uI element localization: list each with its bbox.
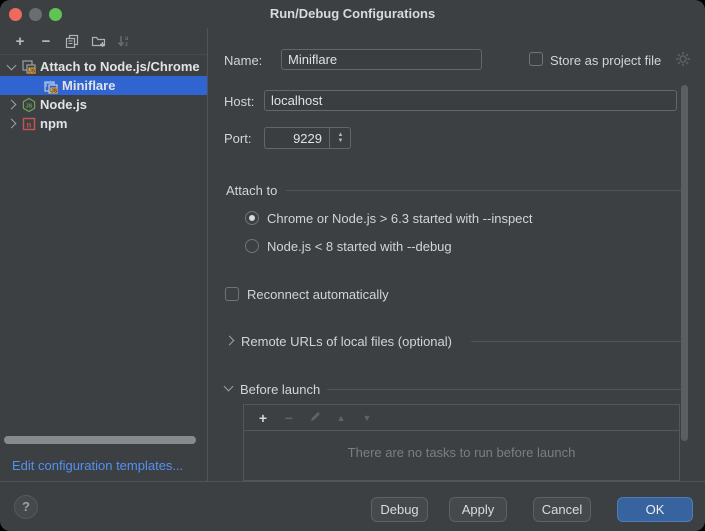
sort-configurations-button[interactable]: a z — [111, 31, 137, 51]
edit-task-button[interactable] — [302, 410, 328, 425]
help-button[interactable]: ? — [14, 495, 38, 519]
group-divider — [286, 190, 683, 191]
section-divider — [327, 389, 683, 390]
arrow-up-icon: ▲ — [337, 413, 346, 423]
remove-configuration-button[interactable]: − — [33, 31, 59, 51]
nodejs-icon: JS — [21, 97, 37, 113]
add-task-button[interactable]: + — [250, 410, 276, 426]
attach-debug-label: Node.js < 8 started with --debug — [267, 239, 452, 254]
add-icon: + — [259, 410, 267, 426]
host-input[interactable] — [264, 90, 677, 111]
new-folder-icon — [91, 34, 106, 48]
gear-icon[interactable] — [675, 51, 691, 67]
chevron-right-icon[interactable] — [7, 119, 17, 129]
add-icon: + — [16, 33, 25, 50]
section-divider — [471, 341, 683, 342]
attach-nodejs-chrome-icon: JS — [21, 59, 37, 75]
port-input[interactable]: 9229 ▲ ▼ — [264, 127, 351, 149]
debug-button[interactable]: Debug — [371, 497, 428, 522]
before-launch-panel: + − ▲ ▼ There are no tasks to run before — [243, 404, 680, 481]
question-mark-icon: ? — [22, 499, 30, 514]
apply-button[interactable]: Apply — [449, 497, 507, 522]
dialog-footer: ? Debug Apply Cancel OK — [0, 481, 705, 531]
new-folder-button[interactable] — [85, 31, 111, 51]
store-as-project-file-label: Store as project file — [550, 53, 661, 68]
port-value: 9229 — [293, 131, 322, 146]
remove-task-button[interactable]: − — [276, 410, 302, 426]
pencil-icon — [309, 410, 322, 423]
chevron-down-icon[interactable] — [7, 60, 17, 70]
move-task-up-button[interactable]: ▲ — [328, 413, 354, 423]
edit-configuration-templates-link[interactable]: Edit configuration templates... — [12, 458, 183, 473]
ok-button[interactable]: OK — [617, 497, 693, 522]
before-launch-empty-message: There are no tasks to run before launch — [244, 445, 679, 460]
name-label: Name: — [224, 53, 262, 68]
configuration-form: Name: Store as project file Host: Port: … — [208, 28, 705, 481]
stepper-down-icon[interactable]: ▼ — [338, 138, 344, 144]
add-configuration-button[interactable]: + — [7, 31, 33, 51]
tree-item-label: Miniflare — [62, 78, 115, 93]
copy-configuration-button[interactable] — [59, 31, 85, 51]
attach-to-group-title: Attach to — [226, 183, 277, 198]
attach-debug-radio[interactable] — [245, 239, 259, 253]
titlebar: Run/Debug Configurations — [0, 0, 705, 28]
host-label: Host: — [224, 94, 254, 109]
port-label: Port: — [224, 131, 251, 146]
sidebar-horizontal-scrollbar[interactable] — [4, 436, 196, 444]
tree-item-attach-group[interactable]: JS Attach to Node.js/Chrome — [0, 57, 207, 76]
dialog-title: Run/Debug Configurations — [0, 6, 705, 21]
form-vertical-scrollbar[interactable] — [681, 85, 688, 441]
reconnect-automatically-label: Reconnect automatically — [247, 287, 389, 302]
cancel-button[interactable]: Cancel — [533, 497, 591, 522]
remove-icon: − — [42, 33, 51, 50]
tree-item-label: Node.js — [40, 97, 87, 112]
svg-text:n: n — [27, 120, 32, 129]
npm-icon: n — [21, 116, 37, 132]
sidebar-toolbar: + − — [0, 28, 207, 55]
attach-inspect-radio[interactable] — [245, 211, 259, 225]
chevron-right-icon[interactable] — [7, 100, 17, 110]
svg-text:JS: JS — [29, 68, 36, 74]
tree-item-nodejs[interactable]: JS Node.js — [0, 95, 207, 114]
chevron-down-icon[interactable] — [224, 382, 234, 392]
chevron-right-icon[interactable] — [225, 336, 235, 346]
before-launch-toolbar: + − ▲ ▼ — [244, 405, 679, 431]
store-as-project-file-checkbox[interactable] — [529, 52, 543, 66]
copy-icon — [65, 34, 79, 48]
name-input[interactable] — [281, 49, 482, 70]
tree-item-label: Attach to Node.js/Chrome — [40, 59, 200, 74]
remove-icon: − — [285, 410, 293, 426]
attach-inspect-label: Chrome or Node.js > 6.3 started with --i… — [267, 211, 533, 226]
attach-config-icon: JS — [43, 78, 59, 94]
configurations-tree: JS Attach to Node.js/Chrome JS Miniflare — [0, 57, 207, 133]
svg-text:JS: JS — [51, 88, 58, 94]
arrow-down-icon: ▼ — [363, 413, 372, 423]
sort-alphabetically-icon: a z — [117, 34, 131, 48]
before-launch-section-title[interactable]: Before launch — [240, 382, 320, 397]
reconnect-automatically-checkbox[interactable] — [225, 287, 239, 301]
tree-item-miniflare[interactable]: JS Miniflare — [0, 76, 207, 95]
configurations-sidebar: + − — [0, 28, 208, 481]
svg-text:z: z — [125, 42, 128, 48]
svg-text:JS: JS — [26, 103, 33, 109]
tree-item-label: npm — [40, 116, 67, 131]
remote-urls-section-title[interactable]: Remote URLs of local files (optional) — [241, 334, 452, 349]
run-debug-configurations-dialog: Run/Debug Configurations + − — [0, 0, 705, 531]
port-stepper[interactable]: ▲ ▼ — [329, 128, 351, 148]
tree-item-npm[interactable]: n npm — [0, 114, 207, 133]
move-task-down-button[interactable]: ▼ — [354, 413, 380, 423]
